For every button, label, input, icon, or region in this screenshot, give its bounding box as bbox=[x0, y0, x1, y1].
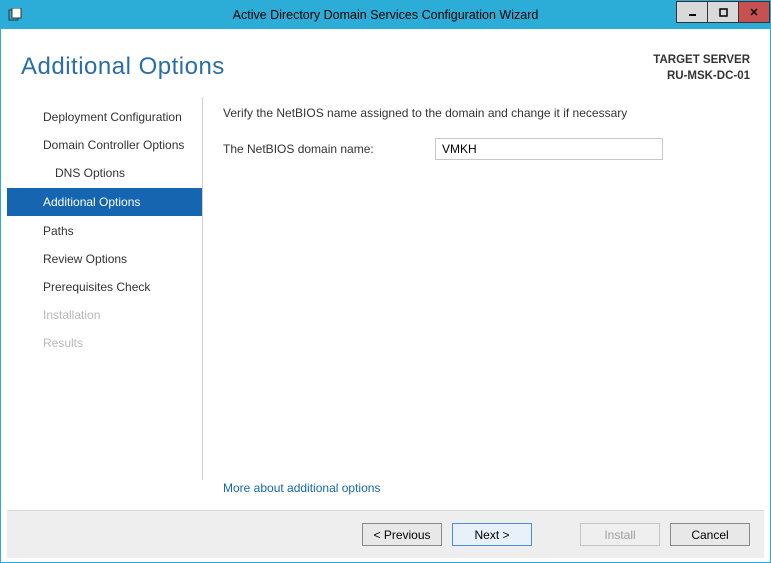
body-area: Deployment Configuration Domain Controll… bbox=[7, 102, 764, 510]
sidebar-item-results: Results bbox=[7, 330, 202, 356]
header-area: Additional Options TARGET SERVER RU-MSK-… bbox=[7, 35, 764, 84]
page-title: Additional Options bbox=[21, 53, 225, 84]
netbios-input[interactable] bbox=[435, 138, 663, 160]
sidebar-item-prerequisites-check[interactable]: Prerequisites Check bbox=[7, 274, 202, 300]
more-about-link[interactable]: More about additional options bbox=[223, 481, 740, 495]
footer-bar: < Previous Next > Install Cancel bbox=[7, 510, 764, 558]
window-frame: Active Directory Domain Services Configu… bbox=[0, 0, 771, 563]
install-button: Install bbox=[580, 523, 660, 546]
next-button[interactable]: Next > bbox=[452, 523, 532, 546]
target-server-block: TARGET SERVER RU-MSK-DC-01 bbox=[653, 53, 750, 84]
inner-content: Additional Options TARGET SERVER RU-MSK-… bbox=[7, 35, 764, 558]
spacer bbox=[223, 160, 740, 481]
sidebar-item-installation: Installation bbox=[7, 302, 202, 328]
sidebar-item-additional-options[interactable]: Additional Options bbox=[7, 188, 202, 216]
netbios-row: The NetBIOS domain name: bbox=[223, 138, 740, 160]
target-label: TARGET SERVER bbox=[653, 53, 750, 69]
wizard-sidebar: Deployment Configuration Domain Controll… bbox=[7, 102, 202, 510]
sidebar-item-deployment-configuration[interactable]: Deployment Configuration bbox=[7, 104, 202, 130]
netbios-label: The NetBIOS domain name: bbox=[223, 142, 435, 156]
main-panel: Verify the NetBIOS name assigned to the … bbox=[203, 102, 764, 510]
previous-button[interactable]: < Previous bbox=[362, 523, 442, 546]
sidebar-item-review-options[interactable]: Review Options bbox=[7, 246, 202, 272]
button-gap bbox=[542, 523, 570, 546]
instruction-text: Verify the NetBIOS name assigned to the … bbox=[223, 106, 740, 120]
sidebar-item-paths[interactable]: Paths bbox=[7, 218, 202, 244]
content-frame: Additional Options TARGET SERVER RU-MSK-… bbox=[1, 29, 770, 562]
target-server-name: RU-MSK-DC-01 bbox=[653, 69, 750, 85]
sidebar-item-dns-options[interactable]: DNS Options bbox=[7, 160, 202, 186]
titlebar[interactable]: Active Directory Domain Services Configu… bbox=[1, 1, 770, 29]
window-title: Active Directory Domain Services Configu… bbox=[1, 8, 770, 22]
sidebar-item-domain-controller-options[interactable]: Domain Controller Options bbox=[7, 132, 202, 158]
cancel-button[interactable]: Cancel bbox=[670, 523, 750, 546]
